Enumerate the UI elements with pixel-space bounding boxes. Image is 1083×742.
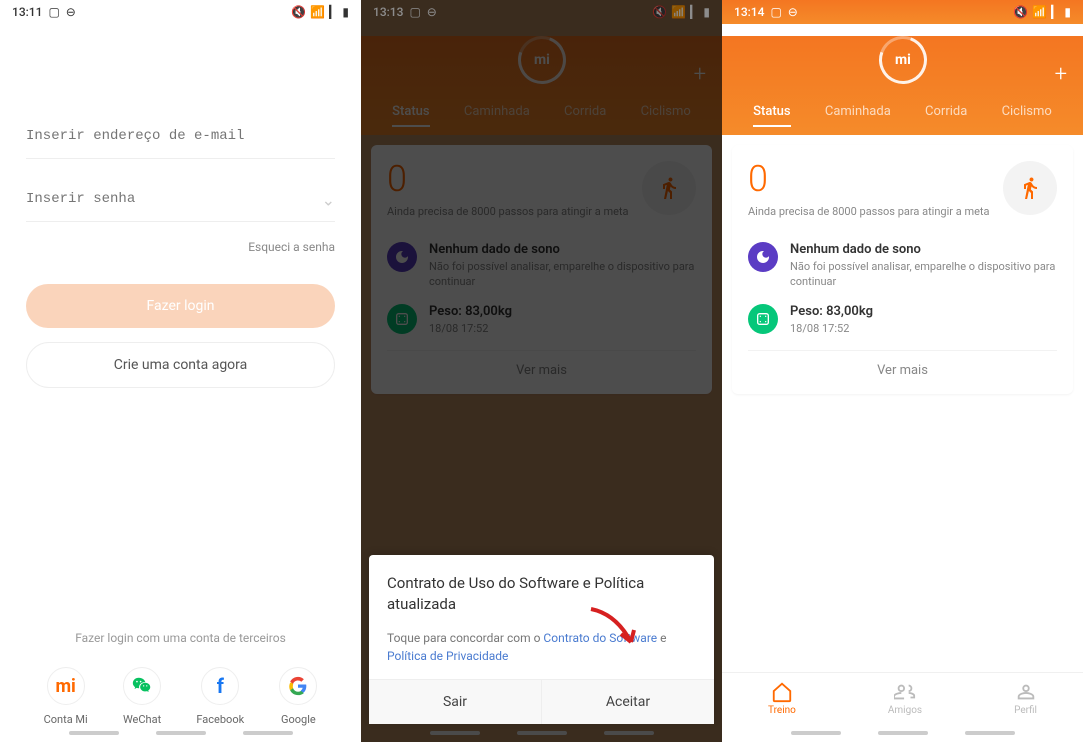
sync-icon: ⊖	[788, 5, 798, 19]
mute-icon: 🔇	[1013, 5, 1028, 19]
android-nav-bar	[0, 724, 361, 742]
profile-icon	[1015, 681, 1037, 703]
sync-icon: ⊖	[66, 5, 76, 19]
modal-title: Contrato de Uso do Software e Política a…	[387, 573, 696, 615]
walk-icon[interactable]	[1003, 161, 1057, 215]
password-field[interactable]	[26, 177, 335, 222]
social-google[interactable]: Google	[279, 667, 317, 726]
home-screen: 13:14 ▢ ⊖ 🔇 📶 ▎ ▮ + mi Status Caminhada …	[722, 0, 1083, 742]
login-button[interactable]: Fazer login	[26, 284, 335, 328]
social-wechat[interactable]: WeChat	[123, 667, 161, 726]
image-icon: ▢	[48, 5, 59, 19]
status-bar: 13:14 ▢ ⊖ 🔇 📶 ▎ ▮	[722, 0, 1083, 24]
see-more-link[interactable]: Ver mais	[748, 350, 1057, 378]
battery-icon: ▮	[1064, 5, 1071, 19]
mi-logo-icon: mi	[871, 28, 935, 92]
nav-treino[interactable]: Treino	[768, 681, 796, 716]
mi-icon: mi	[47, 667, 85, 705]
forgot-password-link[interactable]: Esqueci a senha	[26, 240, 335, 254]
terms-modal: Contrato de Uso do Software e Política a…	[369, 555, 714, 724]
add-button[interactable]: +	[1055, 62, 1067, 87]
home-icon	[771, 681, 793, 703]
mute-icon: 🔇	[291, 5, 306, 19]
friends-icon	[894, 681, 916, 703]
create-account-button[interactable]: Crie uma conta agora	[26, 342, 335, 388]
third-party-label: Fazer login com uma conta de terceiros	[26, 631, 335, 645]
nav-perfil[interactable]: Perfil	[1014, 681, 1037, 716]
tab-status[interactable]: Status	[753, 98, 790, 125]
clock-text: 13:11	[12, 5, 42, 19]
home-modal-screen: 13:13 ▢ ⊖ 🔇 📶 ▎ ▮ + mi Status Caminhada …	[361, 0, 722, 742]
signal-icon: ▎	[329, 5, 338, 19]
image-icon: ▢	[770, 5, 781, 19]
steps-count: 0	[748, 161, 990, 197]
clock-text: 13:14	[734, 5, 764, 19]
weight-title: Peso: 83,00kg	[790, 304, 1057, 319]
home-header: + mi Status Caminhada Corrida Ciclismo	[722, 36, 1083, 135]
login-screen: 13:11 ▢ ⊖ 🔇 📶 ▎ ▮ ⌄ Esqueci a senha Faze…	[0, 0, 361, 742]
status-bar: 13:11 ▢ ⊖ 🔇 📶 ▎ ▮	[0, 0, 361, 24]
social-mi[interactable]: mi Conta Mi	[44, 667, 88, 726]
steps-goal-text: Ainda precisa de 8000 passos para atingi…	[748, 205, 990, 218]
facebook-icon: f	[201, 667, 239, 705]
nav-amigos[interactable]: Amigos	[888, 681, 922, 716]
stats-card: 0 Ainda precisa de 8000 passos para atin…	[732, 145, 1073, 394]
sleep-row[interactable]: Nenhum dado de sono Não foi possível ana…	[748, 242, 1057, 290]
tab-walk[interactable]: Caminhada	[825, 98, 891, 125]
wifi-icon: 📶	[310, 5, 325, 19]
software-contract-link[interactable]: Contrato do Software	[543, 631, 657, 645]
signal-icon: ▎	[1051, 5, 1060, 19]
android-nav-bar	[722, 724, 1083, 742]
sleep-subtitle: Não foi possível analisar, emparelhe o d…	[790, 259, 1057, 290]
privacy-policy-link[interactable]: Política de Privacidade	[387, 649, 508, 663]
sleep-title: Nenhum dado de sono	[790, 242, 1057, 257]
weight-row[interactable]: Peso: 83,00kg 18/08 17:52	[748, 304, 1057, 336]
google-icon	[279, 667, 317, 705]
accept-button[interactable]: Aceitar	[542, 680, 714, 724]
bottom-nav: Treino Amigos Perfil	[722, 672, 1083, 724]
email-field[interactable]	[26, 114, 335, 159]
modal-text: Toque para concordar com o Contrato do S…	[387, 629, 696, 665]
tab-run[interactable]: Corrida	[925, 98, 967, 125]
wifi-icon: 📶	[1032, 5, 1047, 19]
wechat-icon	[123, 667, 161, 705]
tab-cycle[interactable]: Ciclismo	[1002, 98, 1052, 125]
dropdown-icon[interactable]: ⌄	[322, 190, 335, 209]
battery-icon: ▮	[342, 5, 349, 19]
scale-icon	[748, 304, 778, 334]
exit-button[interactable]: Sair	[369, 680, 542, 724]
weight-subtitle: 18/08 17:52	[790, 321, 1057, 336]
moon-icon	[748, 242, 778, 272]
social-facebook[interactable]: f Facebook	[196, 667, 244, 726]
